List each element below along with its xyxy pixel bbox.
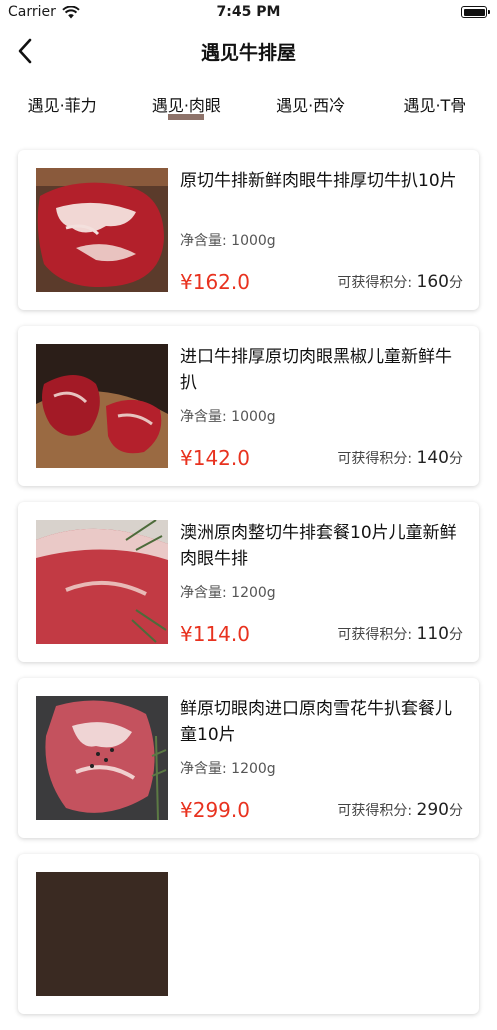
product-title: 进口牛排厚原切肉眼黑椒儿童新鲜牛扒 — [180, 347, 452, 393]
product-title: 原切牛排新鲜肉眼牛排厚切牛扒10片 — [180, 171, 457, 191]
net-weight: 净含量: 1000g — [180, 230, 463, 250]
product-card[interactable]: 原切牛排新鲜肉眼牛排厚切牛扒10片 净含量: 1000g ¥162.0 可获得积… — [18, 150, 479, 310]
points-unit: 分 — [449, 627, 463, 643]
category-tabs: 遇见·菲力 遇见·肉眼 遇见·西冷 遇见·T骨 — [0, 78, 497, 134]
product-card[interactable]: 澳洲原肉整切牛排套餐10片儿童新鲜肉眼牛排 净含量: 1200g ¥114.0 … — [18, 502, 479, 662]
product-title: 鲜原切眼肉进口原肉雪花牛扒套餐儿童10片 — [180, 699, 452, 745]
nav-bar: 遇见牛排屋 — [0, 26, 497, 76]
page-title: 遇见牛排屋 — [200, 41, 296, 64]
battery-icon — [461, 6, 490, 18]
product-title: 澳洲原肉整切牛排套餐10片儿童新鲜肉眼牛排 — [180, 523, 457, 569]
chevron-left-icon — [18, 38, 32, 64]
net-weight: 净含量: 1200g — [180, 582, 463, 602]
tab-filet[interactable]: 遇见·菲力 — [0, 78, 124, 134]
net-weight-value: 1000g — [231, 409, 276, 425]
net-weight: 净含量: 1000g — [180, 406, 463, 426]
status-bar: Carrier 7:45 PM — [0, 0, 497, 26]
product-list: 原切牛排新鲜肉眼牛排厚切牛扒10片 净含量: 1000g ¥162.0 可获得积… — [18, 150, 479, 1030]
net-weight-value: 1000g — [231, 233, 276, 249]
points-value: 160 — [416, 272, 449, 292]
points-unit: 分 — [449, 803, 463, 819]
back-button[interactable] — [10, 36, 40, 66]
tab-label: 遇见·西冷 — [276, 96, 346, 115]
net-weight-label: 净含量: — [180, 233, 232, 249]
tab-sirloin[interactable]: 遇见·西冷 — [249, 78, 373, 134]
tab-label: 遇见·T骨 — [403, 96, 467, 115]
points-unit: 分 — [449, 275, 463, 291]
points-unit: 分 — [449, 451, 463, 467]
points-value: 290 — [416, 800, 449, 820]
product-card[interactable]: 进口牛排厚原切肉眼黑椒儿童新鲜牛扒 净含量: 1000g ¥142.0 可获得积… — [18, 326, 479, 486]
product-card[interactable]: 鲜原切眼肉进口原肉雪花牛扒套餐儿童10片 净含量: 1200g ¥299.0 可… — [18, 678, 479, 838]
net-weight-value: 1200g — [231, 761, 276, 777]
net-weight-value: 1200g — [231, 585, 276, 601]
status-time: 7:45 PM — [216, 4, 281, 20]
net-weight-label: 净含量: — [180, 585, 232, 601]
product-image — [36, 872, 168, 996]
points-label: 可获得积分: — [337, 451, 417, 467]
product-price: ¥162.0 — [180, 270, 250, 294]
product-image — [36, 696, 168, 820]
points-value: 140 — [416, 448, 449, 468]
product-price: ¥299.0 — [180, 798, 250, 822]
net-weight-label: 净含量: — [180, 409, 232, 425]
active-tab-indicator — [168, 114, 205, 120]
tab-label: 遇见·肉眼 — [151, 96, 221, 115]
reward-points: 可获得积分: 290分 — [337, 800, 463, 820]
product-image — [36, 344, 168, 468]
net-weight-label: 净含量: — [180, 761, 232, 777]
points-label: 可获得积分: — [337, 627, 417, 643]
product-image — [36, 168, 168, 292]
tab-ribeye[interactable]: 遇见·肉眼 — [124, 78, 248, 134]
tab-label: 遇见·菲力 — [27, 96, 97, 115]
product-info: 进口牛排厚原切肉眼黑椒儿童新鲜牛扒 净含量: 1000g ¥142.0 可获得积… — [180, 344, 463, 472]
product-price: ¥114.0 — [180, 622, 250, 646]
reward-points: 可获得积分: 110分 — [337, 624, 463, 644]
product-info: 原切牛排新鲜肉眼牛排厚切牛扒10片 净含量: 1000g ¥162.0 可获得积… — [180, 168, 463, 296]
product-image — [36, 520, 168, 644]
points-label: 可获得积分: — [337, 275, 417, 291]
product-price: ¥142.0 — [180, 446, 250, 470]
product-info: 澳洲原肉整切牛排套餐10片儿童新鲜肉眼牛排 净含量: 1200g ¥114.0 … — [180, 520, 463, 648]
product-card-partial[interactable] — [18, 854, 479, 1014]
net-weight: 净含量: 1200g — [180, 758, 463, 778]
points-label: 可获得积分: — [337, 803, 417, 819]
product-info: 鲜原切眼肉进口原肉雪花牛扒套餐儿童10片 净含量: 1200g ¥299.0 可… — [180, 696, 463, 824]
points-value: 110 — [416, 624, 449, 644]
reward-points: 可获得积分: 140分 — [337, 448, 463, 468]
tab-tbone[interactable]: 遇见·T骨 — [373, 78, 497, 134]
reward-points: 可获得积分: 160分 — [337, 272, 463, 292]
